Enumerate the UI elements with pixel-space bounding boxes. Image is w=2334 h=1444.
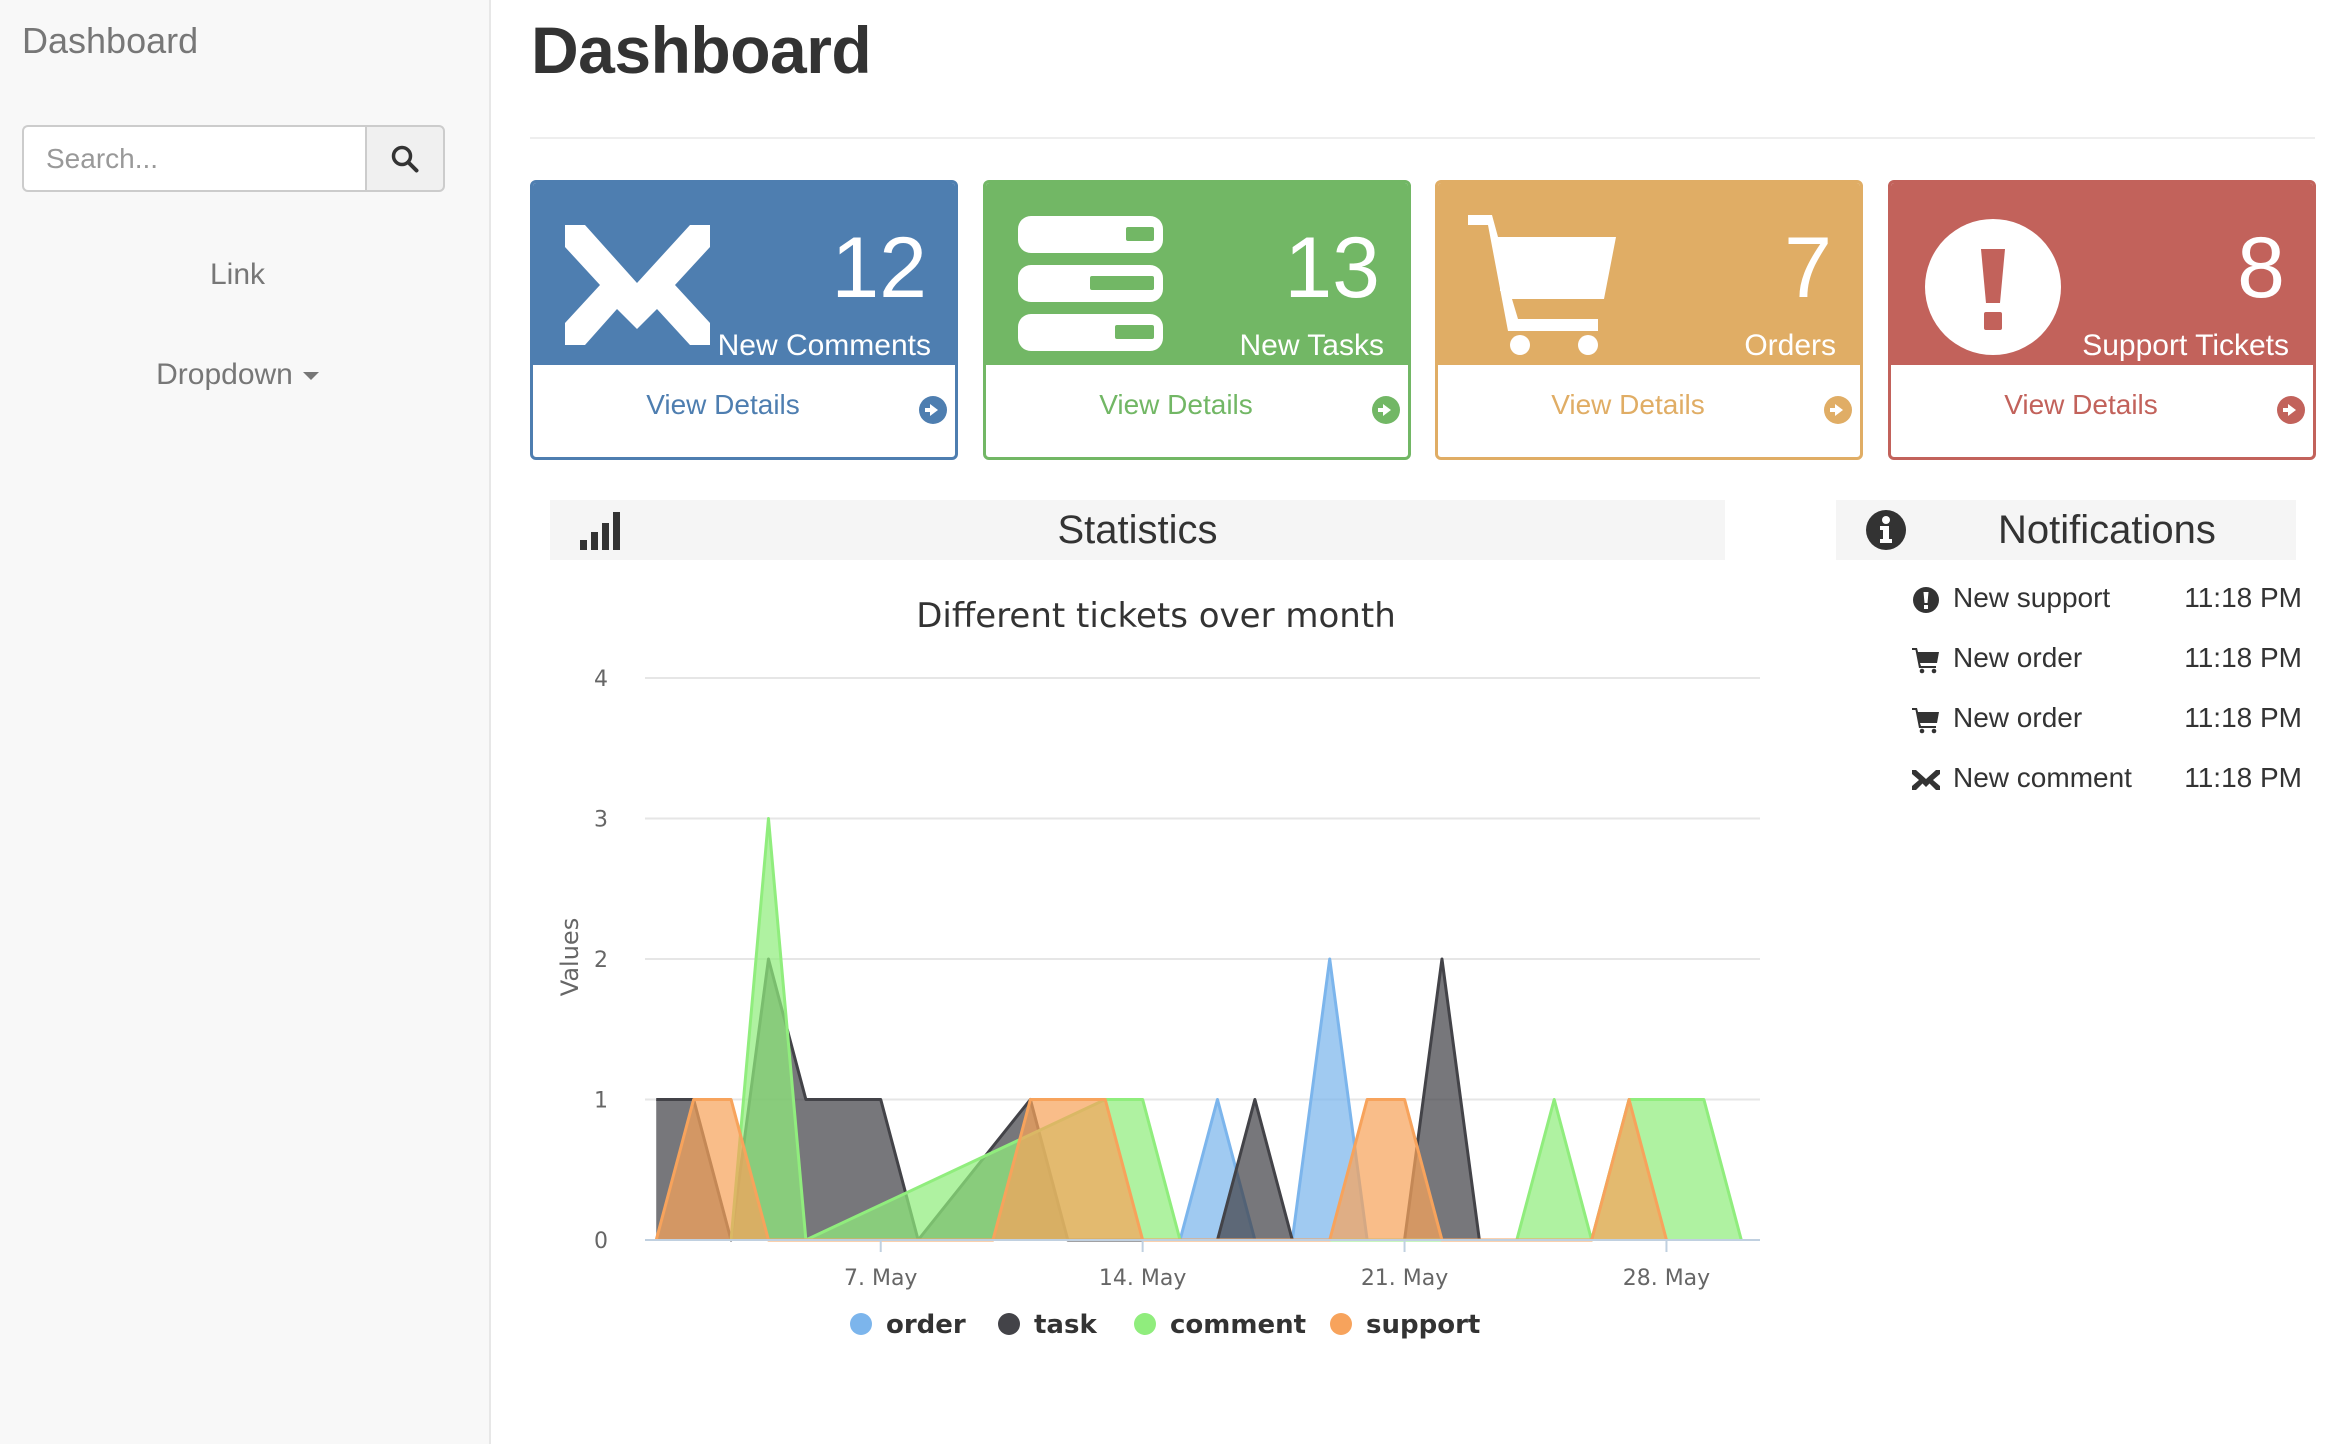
tasks-count: 13 <box>1284 220 1380 316</box>
panel-tasks: 13 New Tasks View Details <box>983 180 1411 460</box>
panel-support-header: 8 Support Tickets <box>1891 183 2313 365</box>
legend-marker <box>1330 1313 1352 1335</box>
statistics-title: Statistics <box>1057 508 1218 552</box>
brand[interactable]: Dashboard <box>22 20 198 62</box>
panel-orders-footer[interactable]: View Details <box>1438 365 1860 457</box>
legend-item-task[interactable]: task <box>998 1310 1097 1340</box>
panel-orders: 7 Orders View Details <box>1435 180 1863 460</box>
legend-item-support[interactable]: support <box>1330 1310 1480 1340</box>
tasks-icon <box>1018 216 1163 351</box>
x-tick-label: 21. May <box>1361 1266 1448 1291</box>
legend-marker <box>998 1313 1020 1335</box>
panel-comments: 12 New Comments View Details <box>530 180 958 460</box>
title-divider <box>530 137 2315 139</box>
panel-support: 8 Support Tickets View Details <box>1888 180 2316 460</box>
panel-tasks-header: 13 New Tasks <box>986 183 1408 365</box>
tickets-area-chart: Different tickets over month Values 0 1 2 3… <box>556 596 1760 1291</box>
tasks-label: New Tasks <box>1239 329 1385 362</box>
legend-marker <box>850 1313 872 1335</box>
orders-label: Orders <box>1744 329 1836 362</box>
arrow-circle-right-icon[interactable] <box>919 396 947 424</box>
x-tick-label: 28. May <box>1623 1266 1710 1291</box>
y-tick-label: 1 <box>594 1089 608 1114</box>
notification-text: New order <box>1953 702 2083 733</box>
arrow-circle-right-icon[interactable] <box>1372 396 1400 424</box>
envelope-icon <box>1912 770 1940 790</box>
search-button[interactable] <box>365 125 445 192</box>
orders-view-details[interactable]: View Details <box>1438 389 1818 421</box>
notification-text: New order <box>1953 642 2083 673</box>
legend-item-order[interactable]: order <box>850 1310 966 1340</box>
y-tick-label: 4 <box>594 667 608 692</box>
notification-time: 11:18 PM <box>2184 582 2302 613</box>
y-tick-label: 2 <box>594 948 608 973</box>
legend-label: comment <box>1170 1310 1307 1340</box>
panel-support-footer[interactable]: View Details <box>1891 365 2313 457</box>
comments-count: 12 <box>831 220 927 316</box>
legend-marker <box>1134 1313 1156 1335</box>
comments-view-details[interactable]: View Details <box>533 389 913 421</box>
caret-down-icon <box>302 372 319 381</box>
y-tick-label: 0 <box>594 1229 608 1254</box>
notification-time: 11:18 PM <box>2184 762 2302 793</box>
legend-item-comment[interactable]: comment <box>1134 1310 1306 1340</box>
support-count: 8 <box>2237 220 2285 316</box>
arrow-circle-right-icon[interactable] <box>1824 396 1852 424</box>
search-icon <box>391 145 419 172</box>
cart-icon <box>1912 648 1939 674</box>
panel-comments-header: 12 New Comments <box>533 183 955 365</box>
legend-label: support <box>1366 1310 1481 1340</box>
notifications-header: Notifications <box>1836 500 2296 560</box>
notification-item[interactable]: New order 11:18 PM <box>1912 642 2302 682</box>
cart-icon <box>1468 215 1616 355</box>
notification-item[interactable]: New order 11:18 PM <box>1912 702 2302 742</box>
cart-icon <box>1912 708 1939 734</box>
nav-dropdown[interactable]: Dropdown <box>0 358 475 392</box>
exclamation-icon <box>1925 219 2061 355</box>
orders-count: 7 <box>1784 220 1832 316</box>
search-group <box>22 125 445 192</box>
x-tick-label: 7. May <box>844 1266 917 1291</box>
exclamation-icon <box>1913 587 1939 613</box>
notification-item[interactable]: New support 11:18 PM <box>1912 582 2302 622</box>
tasks-view-details[interactable]: View Details <box>986 389 1366 421</box>
y-axis-title: Values <box>556 918 584 996</box>
comments-label: New Comments <box>717 329 931 362</box>
notification-time: 11:18 PM <box>2184 702 2302 733</box>
panel-orders-header: 7 Orders <box>1438 183 1860 365</box>
y-tick-label: 3 <box>594 808 608 833</box>
info-icon <box>1866 510 1906 550</box>
arrow-circle-right-icon[interactable] <box>2277 396 2305 424</box>
nav-dropdown-label: Dropdown <box>156 358 293 391</box>
legend-label: task <box>1034 1310 1097 1340</box>
notification-text: New comment <box>1953 762 2132 793</box>
panel-tasks-footer[interactable]: View Details <box>986 365 1408 457</box>
notifications-title: Notifications <box>1998 508 2216 552</box>
chart-title: Different tickets over month <box>916 596 1396 636</box>
notification-item[interactable]: New comment 11:18 PM <box>1912 762 2302 802</box>
panel-comments-footer[interactable]: View Details <box>533 365 955 457</box>
legend-label: order <box>886 1310 966 1340</box>
x-tick-label: 14. May <box>1099 1266 1186 1291</box>
nav-link-label: Link <box>209 258 266 291</box>
sidebar: Dashboard Link Dropdown <box>0 0 491 1444</box>
nav-link[interactable]: Link <box>0 258 475 292</box>
notification-time: 11:18 PM <box>2184 642 2302 673</box>
search-input[interactable] <box>22 125 365 192</box>
support-view-details[interactable]: View Details <box>1891 389 2271 421</box>
envelope-icon <box>565 225 710 345</box>
statistics-header: Statistics <box>550 500 1725 560</box>
page-title: Dashboard <box>531 13 872 87</box>
support-label: Support Tickets <box>2082 329 2289 362</box>
notification-text: New support <box>1953 582 2111 613</box>
